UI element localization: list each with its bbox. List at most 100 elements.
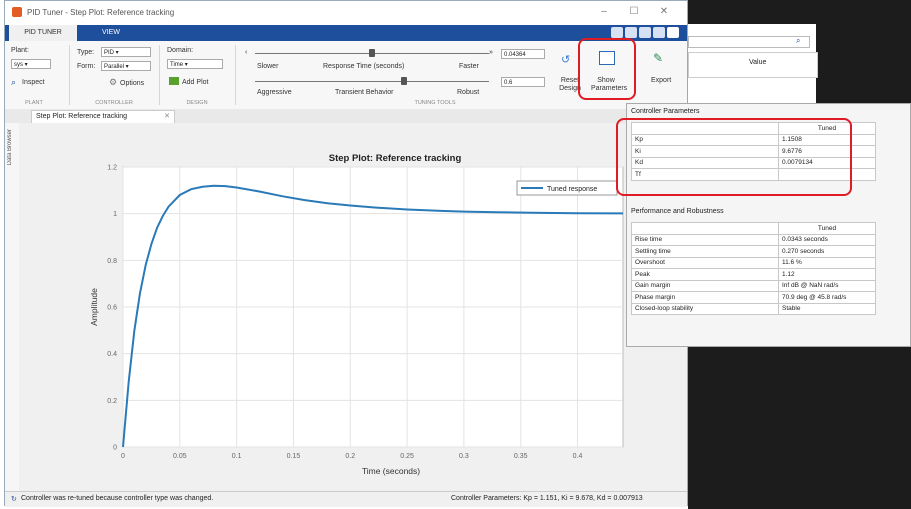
plant-label: Plant: [11, 47, 29, 54]
metric-value: 0.0343 seconds [778, 233, 876, 246]
data-browser-sidebar[interactable]: Data Browser [5, 123, 20, 491]
plant-dropdown[interactable]: sys ▾ [11, 59, 51, 69]
x-tick-label: 0.2 [345, 453, 355, 460]
workspace-search-input[interactable] [688, 36, 810, 48]
separator [159, 45, 160, 105]
title-bar: PID Tuner - Step Plot: Reference trackin… [5, 1, 687, 25]
y-tick-label: 0.6 [107, 305, 117, 312]
response-time-input[interactable]: 0.04364 [501, 49, 545, 59]
plant-value: sys [14, 62, 23, 68]
gear-icon[interactable]: ⚙ [109, 77, 117, 88]
maximize-button[interactable]: ☐ [627, 5, 641, 19]
value-column-header: Value [749, 59, 767, 66]
separator [69, 45, 70, 105]
table-row: Settling time 0.270 seconds [631, 245, 876, 258]
chart-title: Step Plot: Reference tracking [329, 153, 462, 164]
inspect-button[interactable]: Inspect [22, 79, 45, 86]
tab-view[interactable]: VIEW [81, 25, 141, 41]
form-value: Parallel [104, 64, 125, 70]
tuned-column-header: Tuned [778, 222, 876, 235]
status-parameters: Controller Parameters: Kp = 1.151, Ki = … [451, 495, 643, 502]
close-button[interactable]: ✕ [657, 5, 671, 19]
step-plot-chart[interactable]: 0 0.05 0.1 0.15 0.2 0.25 0.3 0.35 0.4 0 0.2 0.4 0.6 0… [19, 123, 687, 491]
add-plot-icon[interactable] [169, 77, 179, 85]
metric-name: Settling time [631, 245, 779, 258]
table-row: Closed-loop stability Stable [631, 302, 876, 315]
save-icon[interactable] [611, 27, 623, 38]
table-header-blank [631, 222, 779, 235]
close-tab-icon[interactable]: ✕ [164, 111, 170, 123]
matlab-logo-icon [12, 7, 22, 17]
type-value: PID [104, 50, 115, 56]
transient-behavior-slider[interactable] [255, 81, 489, 82]
metric-value: Inf dB @ NaN rad/s [778, 279, 876, 292]
metric-value: Stable [778, 302, 876, 315]
robust-label: Robust [457, 89, 480, 96]
y-tick-label: 0.8 [107, 258, 117, 265]
collapse-icon[interactable] [667, 27, 679, 38]
metric-name: Peak [631, 268, 779, 281]
export-button[interactable]: Export [651, 77, 671, 84]
table-row: Phase margin 70.9 deg @ 45.8 rad/s [631, 291, 876, 304]
domain-value: Time [170, 62, 184, 68]
performance-table: Tuned Rise time 0.0343 seconds Settling t… [631, 222, 876, 315]
metric-name: Rise time [631, 233, 779, 246]
response-time-slider-thumb[interactable] [369, 49, 375, 57]
undo-icon[interactable] [625, 27, 637, 38]
status-bar: ↻ Controller was re-tuned because contro… [5, 491, 687, 507]
slower-label: Slower [257, 63, 279, 70]
table-row: Peak 1.12 [631, 268, 876, 281]
tab-pid-tuner[interactable]: PID TUNER [9, 25, 77, 41]
tab-step-plot[interactable]: Step Plot: Reference tracking ✕ [31, 110, 175, 123]
x-axis-label: Time (seconds) [362, 466, 420, 476]
help-icon[interactable] [653, 27, 665, 38]
separator [235, 45, 236, 105]
highlight-controller-parameters [616, 118, 852, 196]
minimize-button[interactable]: – [597, 5, 611, 19]
transient-behavior-slider-thumb[interactable] [401, 77, 407, 85]
workspace-table: Value [688, 52, 818, 78]
y-tick-label: 1 [113, 211, 117, 218]
table-row: Overshoot 11.6 % [631, 256, 876, 269]
type-dropdown[interactable]: PID ▾ [101, 47, 151, 57]
search-icon[interactable]: ⌕ [796, 36, 800, 46]
x-tick-label: 0.4 [573, 453, 583, 460]
metric-value: 1.12 [778, 268, 876, 281]
reset-icon[interactable]: ↺ [561, 53, 570, 66]
legend-label: Tuned response [547, 186, 597, 193]
y-tick-label: 0.4 [107, 351, 117, 358]
export-icon[interactable]: ✎ [653, 51, 663, 65]
x-tick-label: 0.15 [287, 453, 301, 460]
add-plot-button[interactable]: Add Plot [182, 79, 208, 86]
x-tick-label: 0.3 [459, 453, 469, 460]
document-tab-bar: Step Plot: Reference tracking ✕ [5, 109, 687, 124]
domain-dropdown[interactable]: Time ▾ [167, 59, 223, 69]
type-label: Type: [77, 49, 95, 56]
transient-behavior-input[interactable]: 0.6 [501, 77, 545, 87]
metric-value: 0.270 seconds [778, 245, 876, 258]
y-axis-label: Amplitude [89, 288, 99, 326]
form-dropdown[interactable]: Parallel ▾ [101, 61, 151, 71]
data-browser-label: Data Browser [7, 129, 13, 166]
options-button[interactable]: Options [120, 80, 144, 87]
transient-behavior-value: 0.6 [504, 80, 513, 86]
info-icon: ↻ [11, 496, 17, 503]
inspect-icon[interactable]: ⌕ [11, 77, 16, 88]
section-plant: PLANT [25, 100, 43, 106]
faster-label: Faster [459, 63, 479, 70]
y-tick-label: 0 [113, 445, 117, 452]
y-tick-label: 0.2 [107, 398, 117, 405]
metric-name: Closed-loop stability [631, 302, 779, 315]
table-row: Gain margin Inf dB @ NaN rad/s [631, 279, 876, 292]
transient-behavior-label: Transient Behavior [335, 89, 394, 96]
plot-area: 0 0.05 0.1 0.15 0.2 0.25 0.3 0.35 0.4 0 0.2 0.4 0.6 0… [19, 123, 687, 491]
section-design: DESIGN [186, 100, 208, 106]
section-tuning-tools: TUNING TOOLS [414, 100, 456, 106]
redo-icon[interactable] [639, 27, 651, 38]
x-tick-label: 0 [121, 453, 125, 460]
metric-name: Gain margin [631, 279, 779, 292]
chevron-right-icon[interactable]: » [489, 49, 493, 56]
chevron-left-icon[interactable]: ‹ [245, 49, 247, 56]
status-message: Controller was re-tuned because controll… [21, 495, 214, 502]
metric-name: Overshoot [631, 256, 779, 269]
